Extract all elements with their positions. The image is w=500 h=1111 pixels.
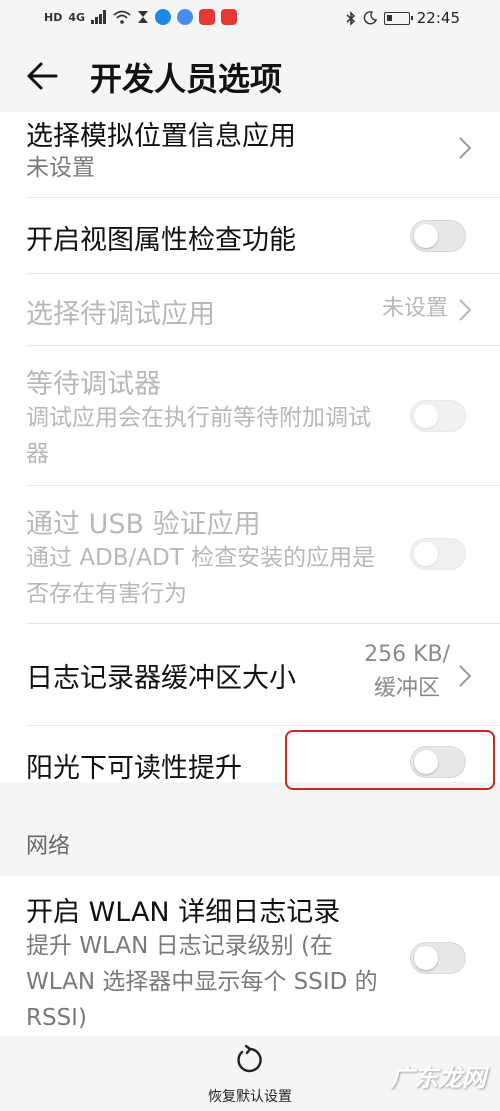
restore-icon[interactable] [234,1044,266,1076]
setting-title: 阳光下可读性提升 [26,753,242,784]
view-attribute-toggle[interactable] [410,220,466,252]
setting-verify-apps-usb[interactable]: 通过 USB 验证应用 通过 ADB/ADT 检查安装的应用是否存在有害行为 [0,486,500,624]
settings-list: 选择模拟位置信息应用 未设置 开启视图属性检查功能 选择待调试应用 未设置 等待… [0,112,500,784]
back-arrow-icon[interactable] [26,60,60,92]
setting-title: 等待调试器 [26,369,161,400]
status-bar: HD 4G 22:45 [0,0,500,40]
hd-badge: HD [44,10,63,24]
wifi-icon [113,10,131,24]
watermark-text: 广东龙网 [390,1064,486,1092]
app-icon [155,9,172,25]
buffer-size-unit: 缓冲区 [374,676,441,701]
message-icon [221,9,238,25]
status-bar-right: 22:45 [346,9,460,27]
setting-title: 开启视图属性检查功能 [26,225,296,256]
status-time: 22:45 [416,9,460,27]
setting-subtitle: 调试应用会在执行前等待附加调试器 [26,405,371,467]
setting-value: 256 KB/ 缓冲区 [364,638,450,706]
setting-title: 开启 WLAN 详细日志记录 [26,897,341,928]
setting-title: 通过 USB 验证应用 [26,509,261,540]
battery-icon [383,11,413,25]
verify-apps-usb-toggle[interactable] [410,538,466,570]
wait-for-debugger-toggle[interactable] [410,400,466,432]
setting-value: 未设置 [381,296,448,321]
highlight-annotation-box [285,730,495,790]
setting-wlan-verbose-logging[interactable]: 开启 WLAN 详细日志记录 提升 WLAN 日志记录级别 (在 WLAN 选择… [0,876,500,1036]
setting-subtitle: 通过 ADB/ADT 检查安装的应用是否存在有害行为 [26,545,376,607]
setting-view-attribute-inspection[interactable]: 开启视图属性检查功能 [0,198,500,274]
wlan-verbose-logging-toggle[interactable] [410,942,466,974]
setting-debug-app[interactable]: 选择待调试应用 未设置 [0,274,500,346]
signal-icon [91,10,107,24]
tmall-icon [199,9,216,25]
buffer-size-value: 256 KB/ [364,642,450,667]
title-bar: 开发人员选项 [0,40,500,112]
chevron-right-icon [459,299,472,321]
setting-mock-location-app[interactable]: 选择模拟位置信息应用 未设置 [0,112,500,198]
section-header-network: 网络 [26,834,71,859]
setting-logger-buffer-size[interactable]: 日志记录器缓冲区大小 256 KB/ 缓冲区 [0,624,500,726]
setting-title: 选择待调试应用 [26,299,215,330]
music-icon [177,9,194,25]
setting-subtitle: 未设置 [26,155,95,181]
bluetooth-icon [346,10,355,26]
status-bar-left: HD 4G [44,9,238,25]
page-title: 开发人员选项 [90,60,283,98]
chevron-right-icon [459,665,472,687]
setting-title: 日志记录器缓冲区大小 [26,663,296,694]
setting-subtitle: 提升 WLAN 日志记录级别 (在 WLAN 选择器中显示每个 SSID 的 R… [26,933,378,1031]
network-type-badge: 4G [68,10,86,24]
hourglass-icon [138,11,149,23]
setting-wait-for-debugger[interactable]: 等待调试器 调试应用会在执行前等待附加调试器 [0,346,500,486]
setting-title: 选择模拟位置信息应用 [26,121,296,152]
chevron-right-icon [459,137,472,159]
moon-icon [363,11,377,25]
